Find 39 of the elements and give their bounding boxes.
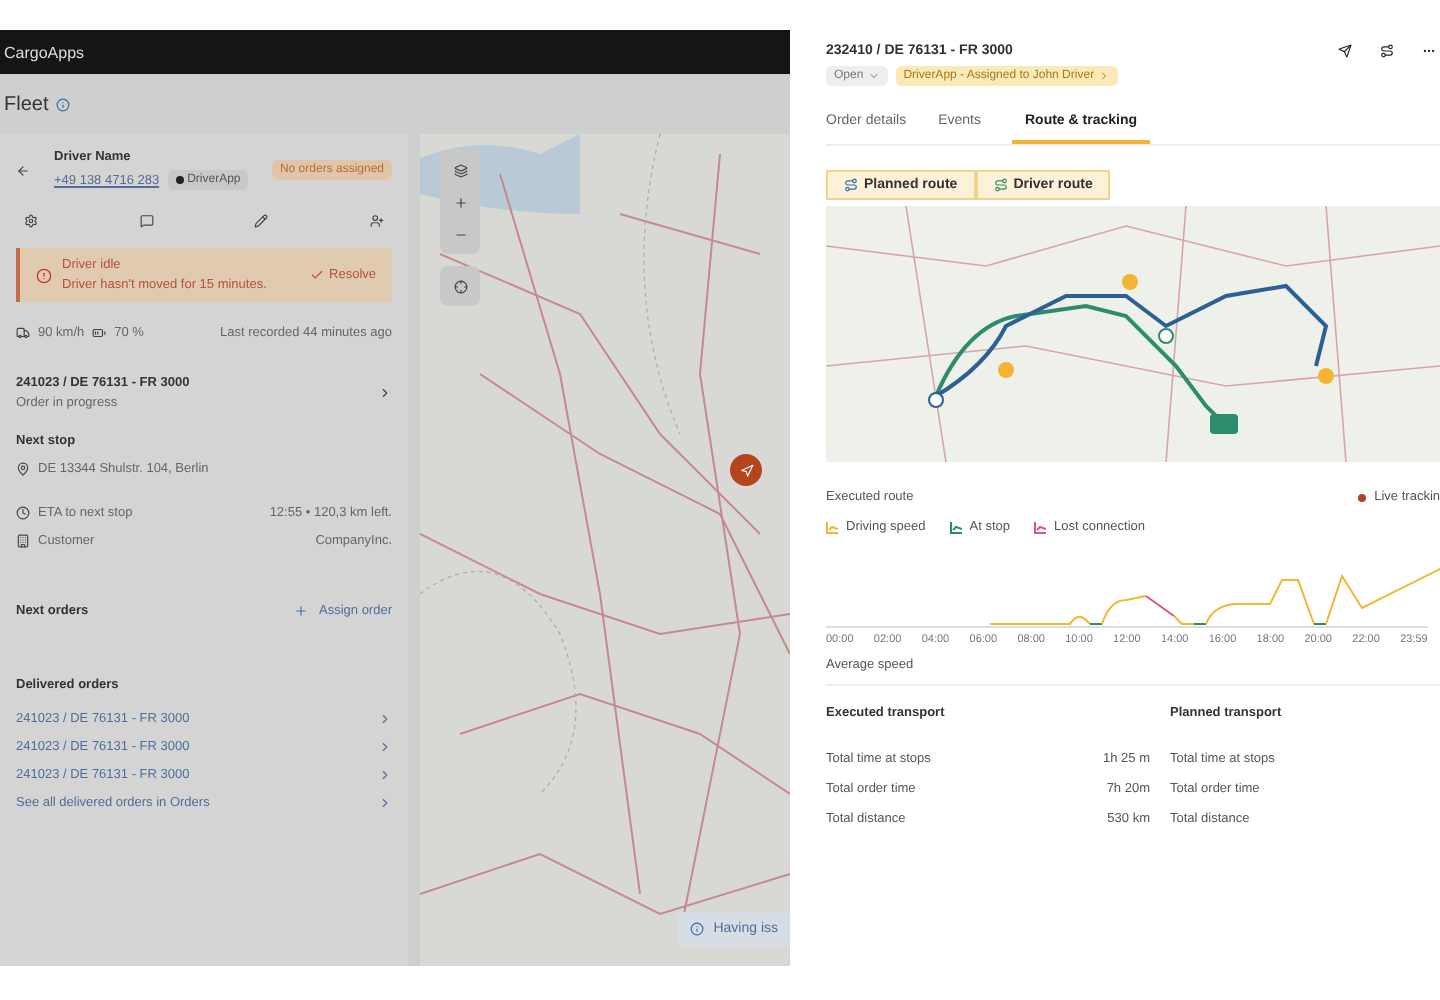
info-icon: [56, 97, 71, 111]
more-button[interactable]: [1422, 44, 1436, 58]
pin-icon: [16, 462, 30, 476]
settings-icon: [24, 214, 38, 228]
check-icon: [309, 268, 324, 282]
pencil-icon: [254, 214, 269, 228]
alert-icon: [36, 267, 52, 283]
edit-button[interactable]: [254, 214, 269, 228]
route-icon: [844, 178, 858, 192]
more-icon: [1422, 44, 1436, 58]
back-arrow-icon: [16, 163, 30, 177]
open-order-button[interactable]: [378, 386, 392, 400]
truck-marker[interactable]: [730, 454, 762, 486]
layers-icon: [453, 163, 467, 177]
send-icon: [1338, 44, 1352, 58]
back-button[interactable]: [16, 163, 30, 177]
assign-driver-button[interactable]: [369, 214, 384, 228]
page-title: Fleet: [4, 93, 49, 115]
building-icon: [16, 534, 30, 548]
person-plus-icon: [369, 214, 384, 228]
truck-icon: [16, 326, 30, 340]
clock-icon: [16, 506, 30, 520]
send-button[interactable]: [1338, 44, 1352, 58]
battery-icon: [92, 326, 107, 340]
route-icon: [993, 178, 1008, 192]
plus-icon: [293, 604, 307, 618]
crosshair-icon: [453, 279, 467, 293]
info-icon: [689, 922, 704, 936]
settings-button[interactable]: [24, 214, 38, 228]
app-logo: CargoApps: [4, 43, 85, 61]
chat-icon: [139, 214, 154, 228]
chevron-right-icon: [378, 386, 392, 400]
route-button[interactable]: [1380, 44, 1394, 58]
chevron-right-icon: [1098, 70, 1111, 82]
route-icon: [1380, 44, 1394, 58]
plus-icon: [453, 195, 467, 209]
navigation-arrow-icon: [739, 463, 753, 477]
chevron-down-icon: [867, 70, 880, 82]
chat-button[interactable]: [139, 214, 154, 228]
